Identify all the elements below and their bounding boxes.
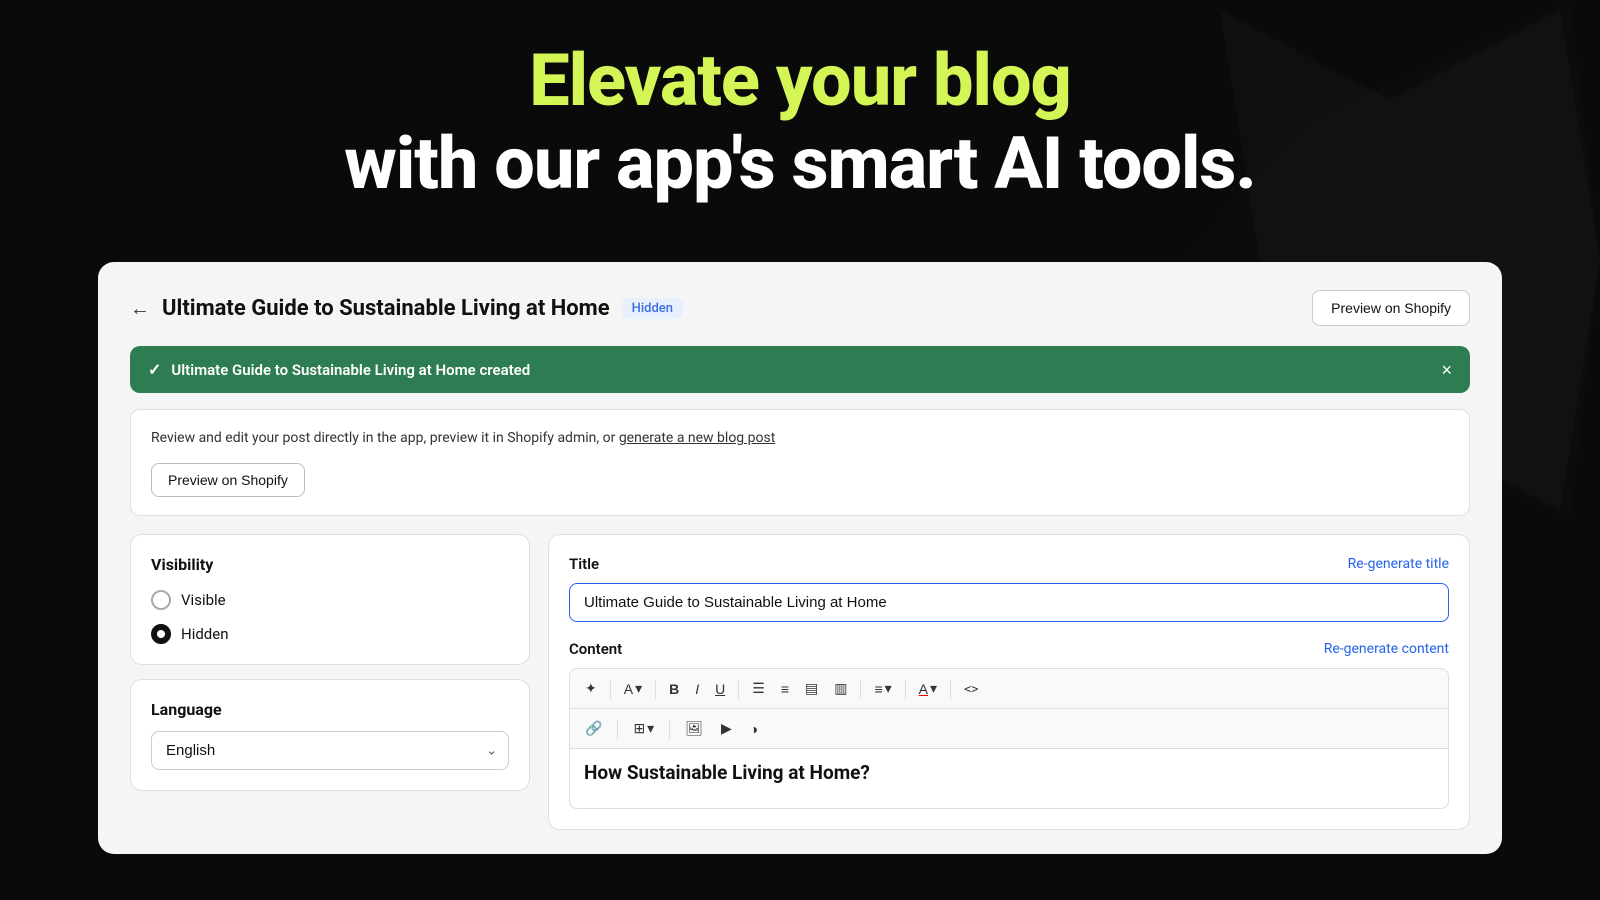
hidden-label: Hidden bbox=[181, 625, 229, 643]
visibility-visible-option[interactable]: Visible bbox=[151, 590, 509, 610]
regenerate-title-link[interactable]: Re-generate title bbox=[1348, 556, 1449, 572]
toolbar-separator-6 bbox=[950, 679, 951, 699]
toolbar-separator-1 bbox=[610, 679, 611, 699]
toolbar-row-1: ✦ A ▾ B I U ☰ ≡ ▤ ▥ bbox=[570, 669, 1448, 709]
text-color-arrow: ▾ bbox=[930, 680, 937, 697]
main-card: ← Ultimate Guide to Sustainable Living a… bbox=[98, 262, 1502, 854]
language-select[interactable]: English Spanish French German Italian bbox=[151, 731, 509, 770]
visibility-panel: Visibility Visible Hidden bbox=[130, 534, 530, 665]
right-column: Title Re-generate title Content Re-gener… bbox=[548, 534, 1470, 830]
editor-toolbar: ✦ A ▾ B I U ☰ ≡ ▤ ▥ bbox=[569, 668, 1449, 749]
language-select-wrapper: English Spanish French German Italian ⌄ bbox=[151, 731, 509, 770]
align-right-btn[interactable]: ▥ bbox=[827, 675, 854, 702]
title-field-header: Title Re-generate title bbox=[569, 555, 1449, 573]
title-label: Title bbox=[569, 555, 599, 573]
table-btn[interactable]: ⊞ ▾ bbox=[626, 715, 661, 742]
hero-section: Elevate your blog with our app's smart A… bbox=[0, 40, 1600, 206]
visibility-title: Visibility bbox=[151, 555, 509, 574]
content-preview-text: How Sustainable Living at Home? bbox=[584, 761, 1434, 786]
toolbar-separator-8 bbox=[669, 719, 670, 739]
card-header: ← Ultimate Guide to Sustainable Living a… bbox=[130, 290, 1470, 326]
italic-btn[interactable]: I bbox=[688, 676, 706, 702]
image-btn[interactable]: 🖼 bbox=[678, 715, 710, 742]
bullet-list-btn[interactable]: ☰ bbox=[745, 675, 772, 702]
hidden-radio[interactable] bbox=[151, 624, 171, 644]
regenerate-content-link[interactable]: Re-generate content bbox=[1324, 641, 1449, 657]
align-icon: ≡ bbox=[874, 681, 882, 697]
font-btn[interactable]: A ▾ bbox=[617, 675, 649, 702]
link-btn[interactable]: 🔗 bbox=[578, 715, 609, 742]
embed-btn[interactable]: ◑ bbox=[743, 716, 765, 742]
info-section: Review and edit your post directly in th… bbox=[130, 409, 1470, 516]
preview-shopify-button-secondary[interactable]: Preview on Shopify bbox=[151, 463, 305, 497]
radio-inner-dot bbox=[157, 630, 165, 638]
close-banner-button[interactable]: × bbox=[1441, 361, 1452, 379]
toolbar-row-2: 🔗 ⊞ ▾ 🖼 ▶ ◑ bbox=[570, 709, 1448, 748]
font-dropdown-arrow: ▾ bbox=[635, 680, 642, 697]
alignment-dropdown-btn[interactable]: ≡ ▾ bbox=[867, 675, 898, 702]
toolbar-separator-3 bbox=[738, 679, 739, 699]
font-label: A bbox=[624, 681, 633, 697]
ordered-list-btn[interactable]: ≡ bbox=[774, 676, 796, 702]
toolbar-separator-2 bbox=[655, 679, 656, 699]
content-editor[interactable]: How Sustainable Living at Home? bbox=[569, 749, 1449, 809]
page-title: Ultimate Guide to Sustainable Living at … bbox=[162, 296, 610, 321]
text-color-btn[interactable]: A ▾ bbox=[912, 675, 944, 702]
generate-new-post-link[interactable]: generate a new blog post bbox=[619, 430, 775, 446]
align-arrow: ▾ bbox=[885, 680, 892, 697]
title-input[interactable] bbox=[569, 583, 1449, 622]
success-message: Ultimate Guide to Sustainable Living at … bbox=[171, 361, 530, 379]
toolbar-separator-5 bbox=[905, 679, 906, 699]
toolbar-separator-7 bbox=[617, 719, 618, 739]
two-column-layout: Visibility Visible Hidden bbox=[130, 534, 1470, 830]
visibility-hidden-option[interactable]: Hidden bbox=[151, 624, 509, 644]
toolbar-separator-4 bbox=[860, 679, 861, 699]
visible-radio[interactable] bbox=[151, 590, 171, 610]
table-arrow: ▾ bbox=[647, 720, 654, 737]
code-view-btn[interactable]: <> bbox=[957, 677, 985, 701]
content-field-header: Content Re-generate content bbox=[569, 640, 1449, 658]
back-button[interactable]: ← bbox=[130, 298, 150, 318]
language-panel: Language English Spanish French German I… bbox=[130, 679, 530, 791]
align-left-btn[interactable]: ▤ bbox=[798, 675, 825, 702]
magic-btn[interactable]: ✦ bbox=[578, 675, 604, 702]
bold-btn[interactable]: B bbox=[662, 676, 686, 702]
check-icon: ✓ bbox=[148, 360, 161, 379]
info-text: Review and edit your post directly in th… bbox=[151, 428, 1449, 449]
underline-btn[interactable]: U bbox=[708, 676, 732, 702]
visible-label: Visible bbox=[181, 591, 226, 609]
preview-shopify-button-top[interactable]: Preview on Shopify bbox=[1312, 290, 1470, 326]
right-panel: Title Re-generate title Content Re-gener… bbox=[548, 534, 1470, 830]
visibility-options: Visible Hidden bbox=[151, 590, 509, 644]
language-title: Language bbox=[151, 700, 509, 719]
left-column: Visibility Visible Hidden bbox=[130, 534, 530, 830]
success-banner: ✓ Ultimate Guide to Sustainable Living a… bbox=[130, 346, 1470, 393]
success-banner-content: ✓ Ultimate Guide to Sustainable Living a… bbox=[148, 360, 530, 379]
video-btn[interactable]: ▶ bbox=[714, 715, 739, 742]
table-icon: ⊞ bbox=[633, 720, 645, 737]
text-color-label: A bbox=[919, 681, 928, 697]
hero-title: Elevate your blog with our app's smart A… bbox=[0, 40, 1600, 206]
card-header-left: ← Ultimate Guide to Sustainable Living a… bbox=[130, 296, 683, 321]
status-badge: Hidden bbox=[622, 298, 683, 319]
content-label: Content bbox=[569, 640, 622, 658]
